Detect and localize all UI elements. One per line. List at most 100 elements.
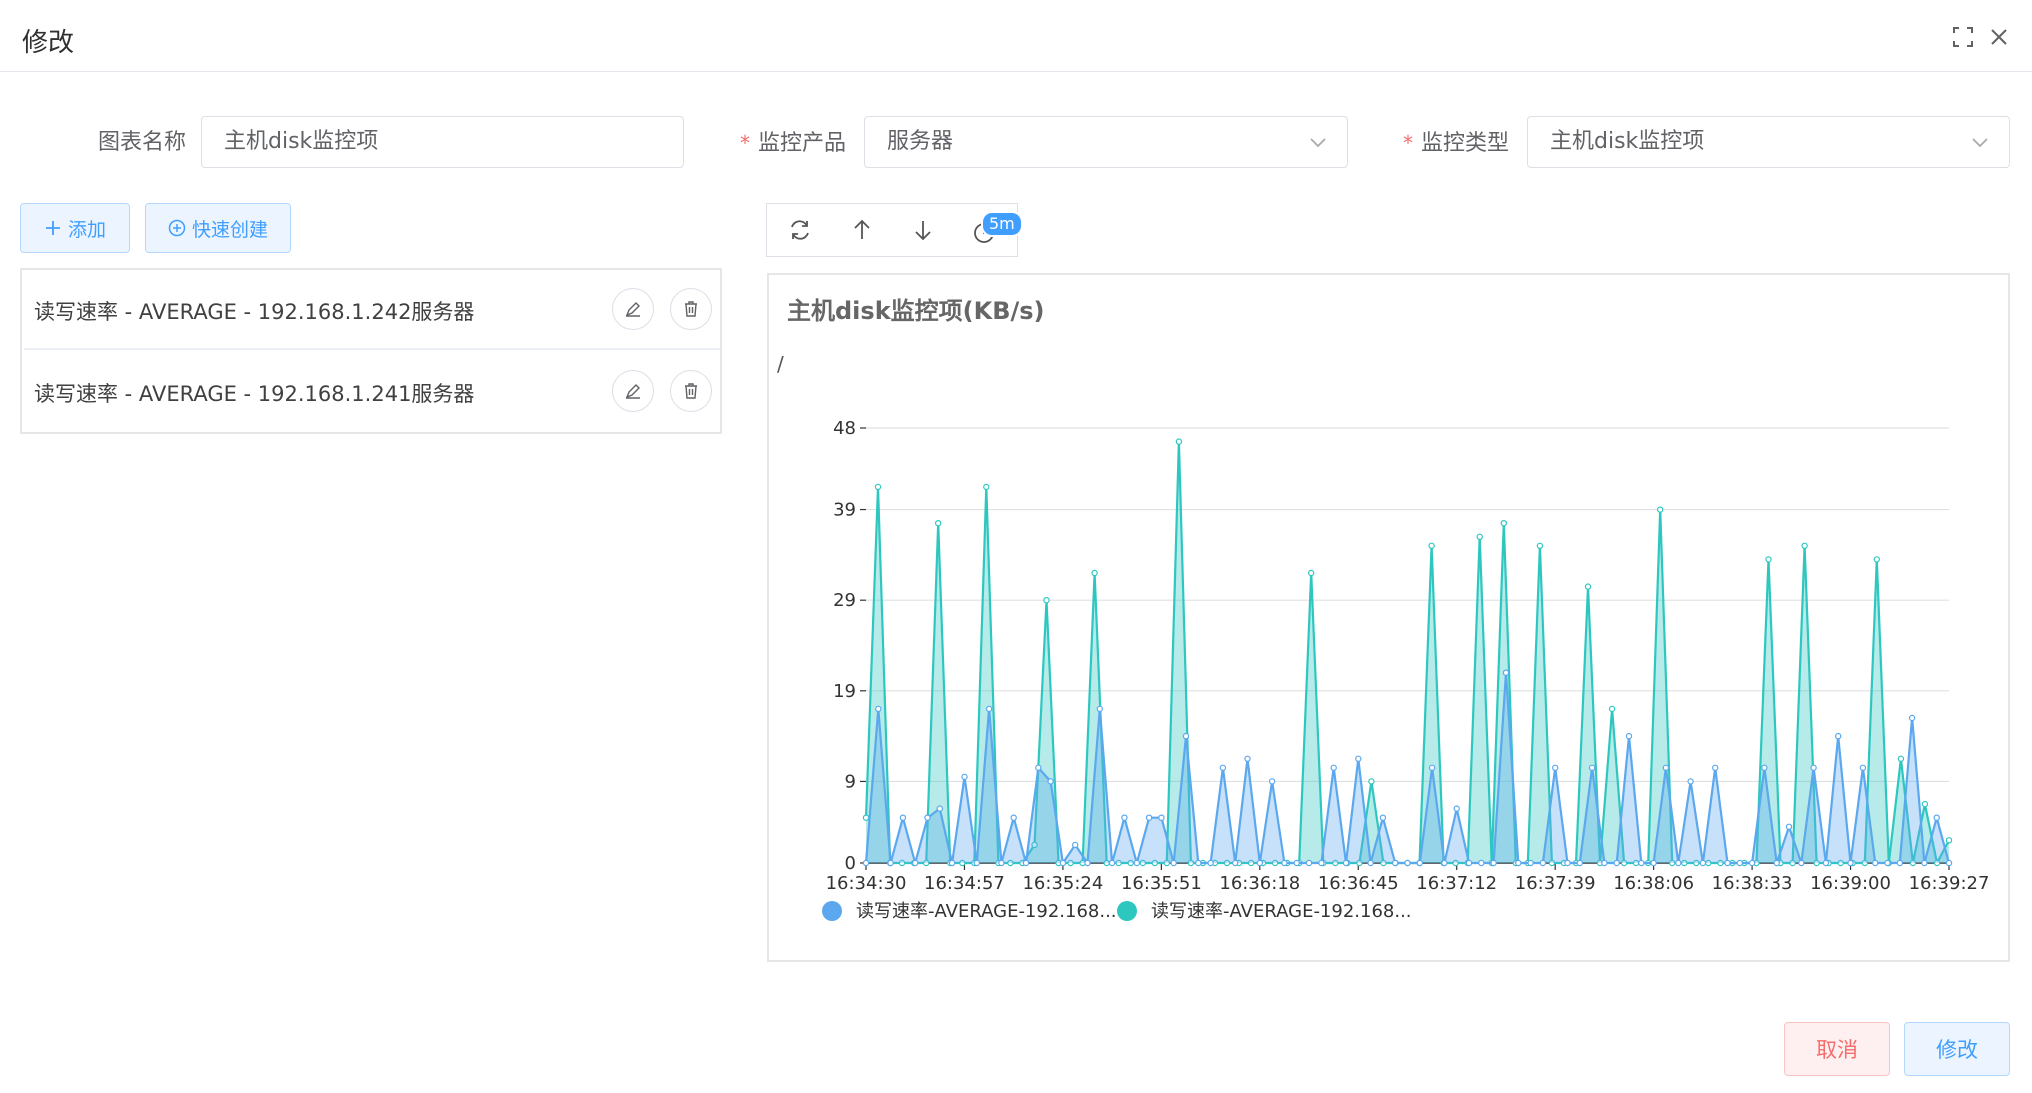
product-select[interactable]: 服务器 bbox=[864, 116, 1348, 168]
data-point bbox=[1724, 859, 1731, 867]
series-line bbox=[864, 440, 1950, 865]
data-point bbox=[1765, 556, 1772, 563]
data-point bbox=[961, 773, 968, 781]
data-point bbox=[1847, 859, 1854, 867]
data-point bbox=[1933, 814, 1940, 821]
data-point bbox=[1859, 764, 1867, 771]
data-point bbox=[1428, 764, 1436, 771]
data-point bbox=[1527, 859, 1534, 867]
data-point bbox=[1010, 814, 1017, 821]
arrow-down-icon[interactable] bbox=[910, 217, 936, 243]
quick-create-button[interactable]: 快速创建 bbox=[145, 203, 291, 253]
x-tick-label: 16:36:18 bbox=[1219, 873, 1300, 894]
data-point bbox=[1170, 859, 1177, 867]
data-point bbox=[1736, 859, 1744, 867]
refresh-icon[interactable] bbox=[787, 217, 813, 243]
series-line bbox=[864, 671, 1951, 865]
data-point bbox=[1244, 755, 1251, 762]
edit-button[interactable] bbox=[612, 288, 654, 330]
data-point bbox=[1675, 859, 1682, 867]
y-tick-label: 0 bbox=[845, 853, 856, 874]
x-tick-label: 16:34:30 bbox=[826, 873, 907, 894]
required-mark: * bbox=[1403, 131, 1413, 155]
legend-label: 读写速率-AVERAGE-192.168... bbox=[856, 901, 1117, 922]
data-point bbox=[1465, 859, 1473, 867]
add-button-label: 添加 bbox=[67, 218, 106, 241]
data-point bbox=[1232, 859, 1239, 867]
data-point bbox=[1822, 859, 1830, 867]
chart-name-label: 图表名称 bbox=[98, 130, 187, 155]
data-point bbox=[973, 859, 980, 867]
data-point bbox=[1219, 764, 1227, 771]
data-point bbox=[1748, 859, 1756, 867]
add-button[interactable]: 添加 bbox=[20, 203, 130, 253]
header-divider bbox=[0, 71, 2032, 72]
list-item-label: 读写速率 - AVERAGE - 192.168.1.242服务器 bbox=[34, 300, 475, 324]
data-point bbox=[934, 519, 942, 527]
data-point bbox=[948, 859, 956, 867]
x-tick-label: 16:36:45 bbox=[1318, 873, 1399, 894]
chart-name-input[interactable]: 主机disk监控项 bbox=[201, 116, 684, 168]
product-label-text: 监控产品 bbox=[758, 131, 847, 156]
arrow-up-icon[interactable] bbox=[849, 217, 875, 243]
data-point bbox=[862, 859, 870, 867]
data-point bbox=[1687, 778, 1694, 785]
data-point bbox=[1873, 556, 1881, 563]
data-point bbox=[1096, 705, 1103, 713]
list-item: 读写速率 - AVERAGE - 192.168.1.241服务器 bbox=[24, 354, 720, 432]
data-point bbox=[1108, 859, 1116, 867]
data-point bbox=[1712, 764, 1719, 771]
time-range-badge[interactable]: 5m bbox=[981, 211, 1023, 237]
data-point bbox=[1601, 859, 1608, 867]
data-point bbox=[1908, 714, 1916, 722]
data-point bbox=[1175, 438, 1183, 445]
data-point bbox=[887, 859, 894, 867]
delete-button[interactable] bbox=[670, 288, 712, 330]
close-icon[interactable] bbox=[1984, 22, 2014, 52]
edit-icon bbox=[625, 384, 640, 399]
data-point bbox=[1613, 859, 1620, 867]
cancel-button[interactable]: 取消 bbox=[1784, 1022, 1890, 1076]
data-point bbox=[1798, 859, 1805, 867]
data-point bbox=[1650, 859, 1657, 867]
item-list: 读写速率 - AVERAGE - 192.168.1.242服务器 读写速率 -… bbox=[20, 268, 722, 434]
data-point bbox=[1810, 764, 1817, 771]
data-point bbox=[1035, 764, 1042, 771]
data-point bbox=[1428, 542, 1435, 549]
data-point bbox=[1921, 859, 1928, 867]
type-select[interactable]: 主机disk监控项 bbox=[1527, 116, 2010, 168]
fullscreen-icon[interactable] bbox=[1948, 22, 1978, 52]
data-point bbox=[1536, 542, 1544, 549]
data-point bbox=[1588, 764, 1596, 771]
data-point bbox=[1355, 755, 1362, 762]
product-select-value: 服务器 bbox=[887, 129, 954, 154]
list-item-label: 读写速率 - AVERAGE - 192.168.1.241服务器 bbox=[34, 382, 475, 406]
data-point bbox=[1453, 805, 1460, 812]
edit-button[interactable] bbox=[612, 370, 654, 412]
data-point bbox=[936, 805, 943, 812]
data-point bbox=[875, 705, 882, 713]
data-point bbox=[1490, 859, 1497, 867]
delete-button[interactable] bbox=[670, 370, 712, 412]
data-point bbox=[1330, 764, 1337, 771]
legend-marker bbox=[822, 901, 842, 921]
data-point bbox=[1761, 764, 1768, 771]
dialog-title: 修改 bbox=[22, 28, 75, 58]
data-point bbox=[1945, 859, 1953, 867]
data-point bbox=[874, 483, 882, 491]
chart-panel: 主机disk监控项(KB/s) /0 9 19 29 39 48 16:34:30 16:34… bbox=[767, 273, 2010, 962]
y-tick-label: 29 bbox=[833, 590, 856, 611]
data-point bbox=[1773, 859, 1780, 867]
data-point bbox=[1801, 542, 1808, 549]
type-label-text: 监控类型 bbox=[1421, 131, 1510, 156]
chevron-down-icon bbox=[1310, 138, 1326, 148]
x-tick-label: 16:38:33 bbox=[1712, 873, 1793, 894]
data-point bbox=[1342, 859, 1350, 867]
data-point bbox=[1416, 859, 1424, 867]
data-point bbox=[1584, 583, 1592, 590]
data-point bbox=[1195, 859, 1202, 867]
delete-icon bbox=[685, 301, 697, 317]
submit-button[interactable]: 修改 bbox=[1904, 1022, 2010, 1076]
x-tick-label: 16:35:51 bbox=[1121, 873, 1202, 894]
data-point bbox=[1268, 778, 1276, 785]
